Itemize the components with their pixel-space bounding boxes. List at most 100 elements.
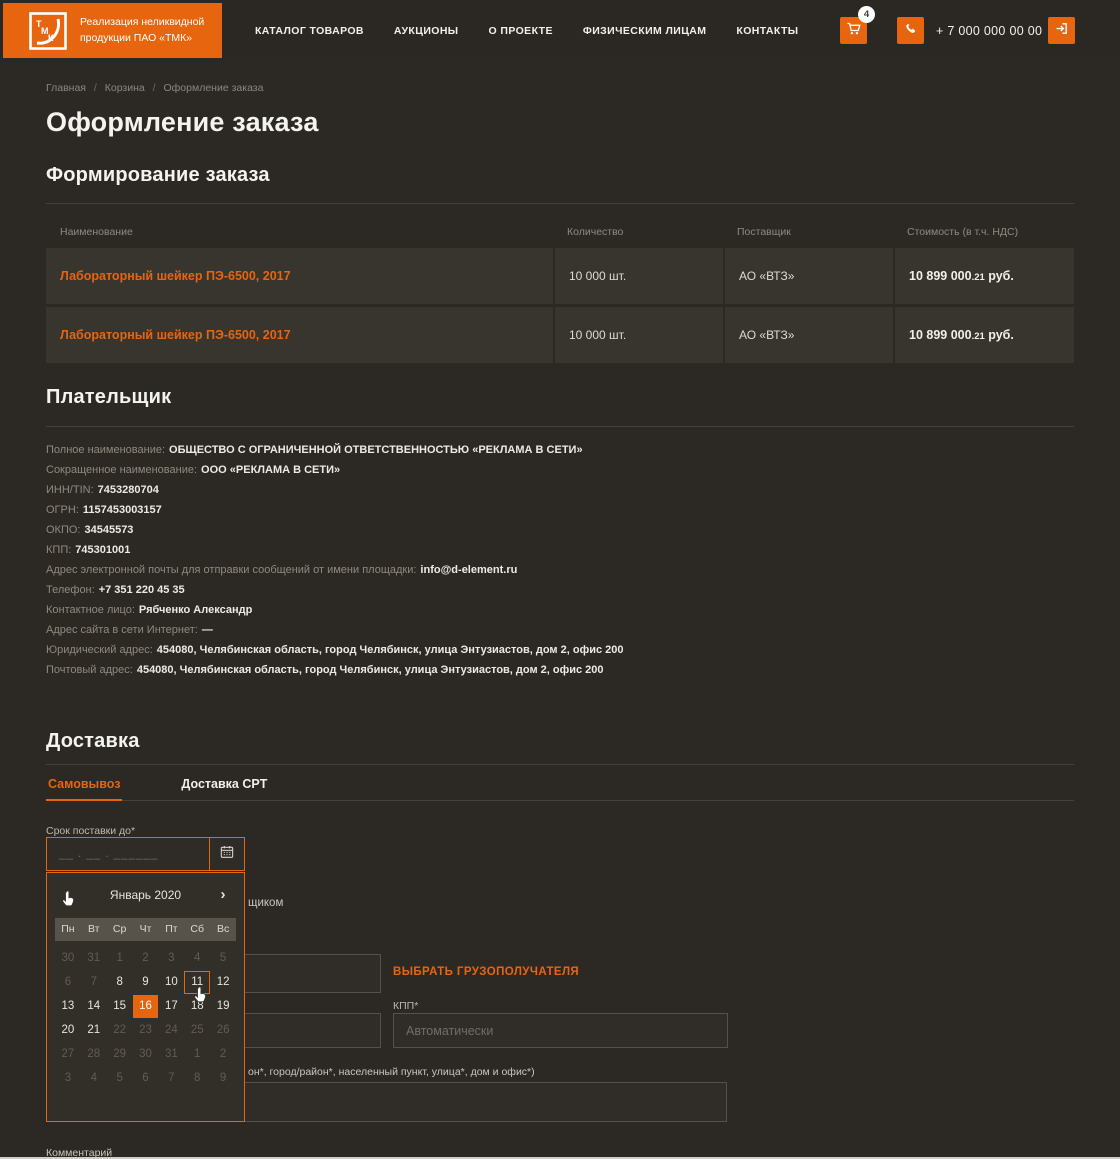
breadcrumb-current: Оформление заказа	[164, 82, 264, 94]
calendar-day-8[interactable]: 8	[107, 971, 133, 994]
order-table-row: Лабораторный шейкер ПЭ-6500, 201710 000 …	[46, 307, 1074, 363]
checkout-page: Т М К Реализация неликвидной продукции П…	[0, 0, 1120, 1159]
nav-item-4[interactable]: КОНТАКТЫ	[736, 25, 798, 37]
nav-item-1[interactable]: АУКЦИОНЫ	[394, 25, 459, 37]
calendar-day-27: 27	[55, 1043, 81, 1066]
order-table-row: Лабораторный шейкер ПЭ-6500, 2017 10 000 …	[46, 248, 1074, 304]
calendar-day-4: 4	[184, 947, 210, 970]
nav-item-2[interactable]: О ПРОЕКТЕ	[489, 25, 553, 37]
calendar-next-month-button[interactable]: ›	[210, 883, 236, 907]
calendar-day-8: 8	[184, 1067, 210, 1090]
calendar-day-10[interactable]: 10	[158, 971, 184, 994]
product-price: 10 899 000.21 руб.	[909, 328, 1014, 342]
delivery-date-field: __ . __ . ______	[46, 837, 245, 871]
product-supplier: АО «ВТЗ»	[723, 307, 893, 363]
calendar-day-20[interactable]: 20	[55, 1019, 81, 1042]
product-supplier: АО «ВТЗ»	[723, 248, 893, 304]
calendar-day-19[interactable]: 19	[210, 995, 236, 1018]
breadcrumb-home[interactable]: Главная	[46, 82, 86, 94]
product-link[interactable]: Лабораторный шейкер ПЭ-6500, 2017	[60, 269, 291, 283]
tab-pickup[interactable]: Самовывоз	[46, 774, 122, 801]
kpp-label: КПП*	[393, 1000, 418, 1012]
calendar-day-4: 4	[81, 1067, 107, 1090]
payer-detail-row: Адрес электронной почты для отправки соо…	[46, 560, 1074, 580]
product-link[interactable]: Лабораторный шейкер ПЭ-6500, 2017	[60, 328, 291, 342]
payer-detail-row: Сокращенное наименование:ООО «РЕКЛАМА В …	[46, 460, 1074, 480]
kpp-placeholder: Автоматически	[406, 1024, 493, 1038]
breadcrumb: Главная / Корзина / Оформление заказа	[46, 62, 1074, 94]
date-picker-popup: ‹ Январь 2020 › ПнВтСрЧтПтСбВс 303112345…	[46, 872, 245, 1122]
tab-cpt-delivery[interactable]: Доставка CPT	[179, 774, 269, 800]
breadcrumb-separator: /	[94, 82, 97, 94]
calendar-day-1: 1	[107, 947, 133, 970]
phone-button[interactable]	[897, 17, 924, 44]
calendar-week-row: 3456789	[55, 1067, 236, 1090]
calendar-week-row: 13141516171819	[55, 995, 236, 1018]
column-header-qty: Количество	[553, 226, 723, 238]
product-qty: 10 000 шт.	[553, 248, 723, 304]
calendar-day-12[interactable]: 12	[210, 971, 236, 994]
cart-count-badge: 4	[858, 6, 875, 23]
payer-detail-row: Полное наименование:ОБЩЕСТВО С ОГРАНИЧЕН…	[46, 440, 1074, 460]
calendar-day-14[interactable]: 14	[81, 995, 107, 1018]
calendar-day-25: 25	[184, 1019, 210, 1042]
calendar-day-5: 5	[107, 1067, 133, 1090]
login-exit-icon	[1054, 21, 1069, 41]
login-button[interactable]	[1048, 17, 1075, 44]
calendar-day-17[interactable]: 17	[158, 995, 184, 1018]
calendar-header: ‹ Январь 2020 ›	[55, 883, 236, 907]
pickup-form: Срок поставки до* __ . __ . ______ щиком	[46, 825, 1074, 1159]
calendar-day-6: 6	[133, 1067, 159, 1090]
calendar-weekday: Пн	[55, 918, 81, 941]
breadcrumb-cart[interactable]: Корзина	[105, 82, 145, 94]
column-header-name: Наименование	[46, 226, 553, 238]
calendar-weekday: Вт	[81, 918, 107, 941]
calendar-weekday-row: ПнВтСрЧтПтСбВс	[55, 918, 236, 941]
delivery-date-input[interactable]: __ . __ . ______	[47, 838, 209, 870]
payer-detail-row: КПП:745301001	[46, 540, 1074, 560]
page-title: Оформление заказа	[46, 107, 1074, 138]
calendar-toggle-button[interactable]	[209, 838, 244, 870]
calendar-day-grid: 3031123456789101112131415161718192021222…	[55, 947, 236, 1090]
calendar-day-24: 24	[158, 1019, 184, 1042]
calendar-day-16[interactable]: 16	[133, 995, 159, 1018]
payer-detail-row: ОКПО:34545573	[46, 520, 1074, 540]
nav-item-3[interactable]: ФИЗИЧЕСКИМ ЛИЦАМ	[583, 25, 707, 37]
calendar-day-15[interactable]: 15	[107, 995, 133, 1018]
calendar-day-11[interactable]: 11	[184, 971, 210, 994]
calendar-day-28: 28	[81, 1043, 107, 1066]
calendar-prev-month-button[interactable]: ‹	[55, 883, 81, 907]
delivery-tabs: Самовывоз Доставка CPT	[46, 774, 1074, 801]
calendar-icon	[219, 844, 235, 865]
header-phone-number[interactable]: + 7 000 000 00 00	[936, 0, 1042, 62]
calendar-day-22: 22	[107, 1019, 133, 1042]
calendar-day-21[interactable]: 21	[81, 1019, 107, 1042]
calendar-weekday: Чт	[133, 918, 159, 941]
nav-item-0[interactable]: КАТАЛОГ ТОВАРОВ	[255, 25, 364, 37]
payer-detail-row: Адрес сайта в сети Интернет:—	[46, 620, 1074, 640]
column-header-price: Стоимость (в т.ч. НДС)	[893, 226, 1074, 238]
calendar-day-9: 9	[210, 1067, 236, 1090]
calendar-day-5: 5	[210, 947, 236, 970]
order-section-title: Формирование заказа	[46, 164, 1074, 187]
logo-tagline: Реализация неликвидной продукции ПАО «ТМ…	[80, 15, 204, 45]
tmk-logo[interactable]: Т М К Реализация неликвидной продукции П…	[3, 3, 222, 58]
calendar-day-18[interactable]: 18	[184, 995, 210, 1018]
calendar-day-26: 26	[210, 1019, 236, 1042]
calendar-week-row: 6789101112	[55, 971, 236, 994]
calendar-week-row: 272829303112	[55, 1043, 236, 1066]
calendar-day-23: 23	[133, 1019, 159, 1042]
order-table-header: Наименование Количество Поставщик Стоимо…	[46, 215, 1074, 248]
calendar-day-3: 3	[158, 947, 184, 970]
calendar-day-2: 2	[210, 1043, 236, 1066]
calendar-day-13[interactable]: 13	[55, 995, 81, 1018]
choose-consignee-link[interactable]: ВЫБРАТЬ ГРУЗОПОЛУЧАТЕЛЯ	[393, 966, 579, 978]
calendar-day-29: 29	[107, 1043, 133, 1066]
calendar-day-9[interactable]: 9	[133, 971, 159, 994]
phone-icon	[903, 21, 918, 41]
kpp-input[interactable]: Автоматически	[393, 1013, 728, 1048]
top-bar: Т М К Реализация неликвидной продукции П…	[0, 0, 1120, 62]
calendar-day-6: 6	[55, 971, 81, 994]
calendar-day-31: 31	[158, 1043, 184, 1066]
order-table-body: Лабораторный шейкер ПЭ-6500, 2017 10 000 …	[46, 248, 1074, 363]
